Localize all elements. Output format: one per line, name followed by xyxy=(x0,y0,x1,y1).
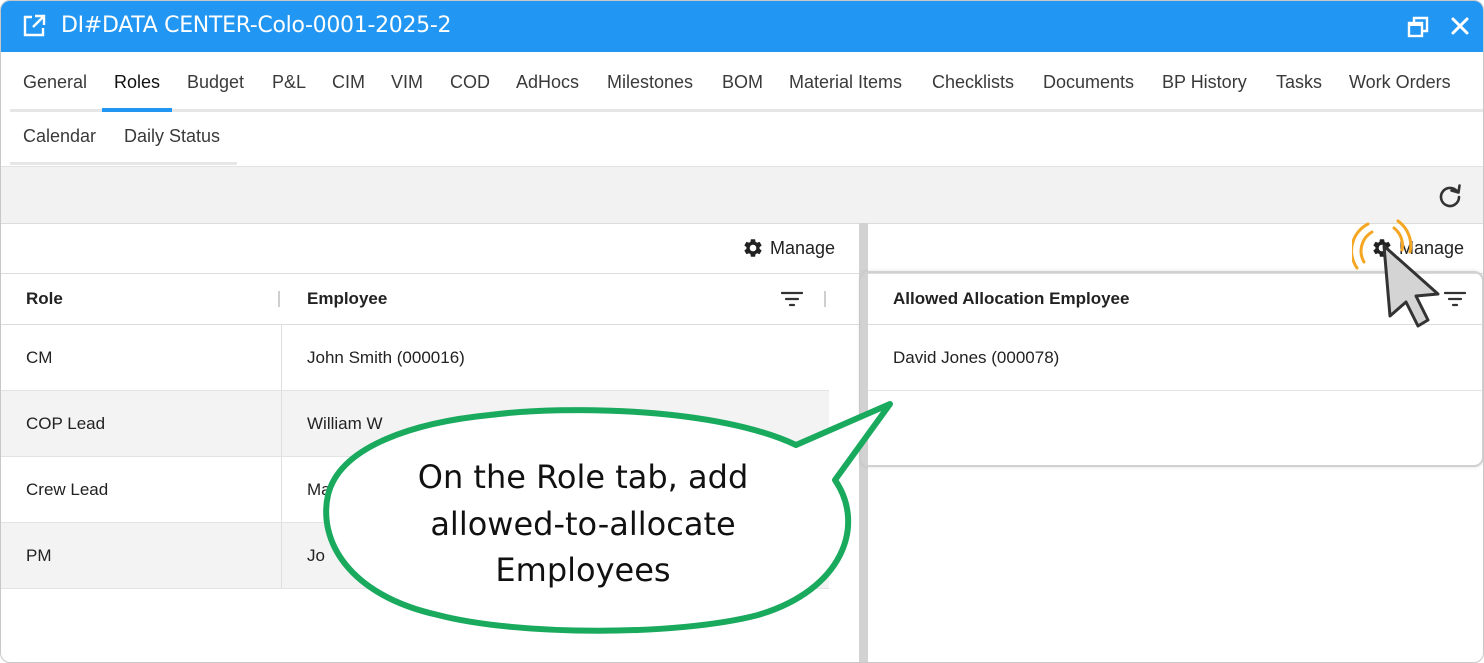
tab-material-items[interactable]: Material Items xyxy=(789,53,902,109)
gear-icon xyxy=(744,239,762,257)
callout-text: On the Role tab, add allowed-to-allocate… xyxy=(417,458,749,589)
table-row[interactable]: David Jones (000078) xyxy=(868,325,1483,391)
column-separator[interactable] xyxy=(824,291,826,307)
allocation-grid-header: Allowed Allocation Employee xyxy=(868,273,1483,325)
gear-icon xyxy=(1373,239,1391,257)
column-header-role[interactable]: Role xyxy=(26,274,63,324)
tab-row-1: General Roles Budget P&L CIM VIM COD AdH… xyxy=(10,53,1483,112)
role-cell: CM xyxy=(26,348,53,367)
cell-divider xyxy=(281,391,282,456)
tab-pl[interactable]: P&L xyxy=(272,53,306,109)
tab-adhocs[interactable]: AdHocs xyxy=(516,53,579,109)
tab-checklists[interactable]: Checklists xyxy=(932,53,1014,109)
tab-bar: General Roles Budget P&L CIM VIM COD AdH… xyxy=(10,53,1483,165)
window-title: DI#DATA CENTER-Colo-0001-2025-2 xyxy=(61,13,452,38)
tab-bom[interactable]: BOM xyxy=(722,53,763,109)
role-cell: PM xyxy=(26,546,52,565)
table-row[interactable]: CM John Smith (000016) xyxy=(1,325,829,391)
tab-cim[interactable]: CIM xyxy=(332,53,365,109)
tab-general[interactable]: General xyxy=(23,53,87,109)
cell-divider xyxy=(281,523,282,588)
tab-cod[interactable]: COD xyxy=(450,53,490,109)
roles-grid-header: Role Employee xyxy=(1,273,859,325)
column-header-employee[interactable]: Employee xyxy=(307,274,387,324)
cell-divider xyxy=(281,325,282,390)
instruction-callout: On the Role tab, add allowed-to-allocate… xyxy=(318,400,898,636)
tab-tasks[interactable]: Tasks xyxy=(1276,53,1322,109)
filter-icon[interactable] xyxy=(1444,290,1466,308)
role-cell: Crew Lead xyxy=(26,480,109,499)
employee-cell: John Smith (000016) xyxy=(307,348,465,367)
title-bar: DI#DATA CENTER-Colo-0001-2025-2 xyxy=(1,1,1483,52)
toolbar xyxy=(1,166,1483,224)
filter-icon[interactable] xyxy=(781,290,803,308)
tab-daily-status[interactable]: Daily Status xyxy=(124,112,220,162)
cell-divider xyxy=(281,457,282,522)
tab-work-orders[interactable]: Work Orders xyxy=(1349,53,1451,109)
tab-milestones[interactable]: Milestones xyxy=(607,53,693,109)
tab-budget[interactable]: Budget xyxy=(187,53,244,109)
restore-window-icon[interactable] xyxy=(1406,15,1430,39)
manage-label: Manage xyxy=(770,238,836,258)
column-header-allowed-allocation-employee[interactable]: Allowed Allocation Employee xyxy=(893,274,1129,324)
open-external-icon[interactable] xyxy=(21,13,47,39)
role-cell: COP Lead xyxy=(26,414,106,433)
tab-bp-history[interactable]: BP History xyxy=(1162,53,1247,109)
tab-calendar[interactable]: Calendar xyxy=(23,112,96,162)
tab-roles[interactable]: Roles xyxy=(101,53,173,112)
manage-label: Manage xyxy=(1399,238,1465,258)
tab-documents[interactable]: Documents xyxy=(1043,53,1134,109)
tab-vim[interactable]: VIM xyxy=(391,53,423,109)
allocation-pane: Manage Allowed Allocation Employee David… xyxy=(868,223,1483,662)
column-separator[interactable] xyxy=(278,291,280,307)
refresh-icon[interactable] xyxy=(1437,183,1463,209)
tab-row-2: Calendar Daily Status xyxy=(10,112,237,165)
close-icon[interactable] xyxy=(1449,15,1471,37)
employee-cell: David Jones (000078) xyxy=(893,348,1060,367)
